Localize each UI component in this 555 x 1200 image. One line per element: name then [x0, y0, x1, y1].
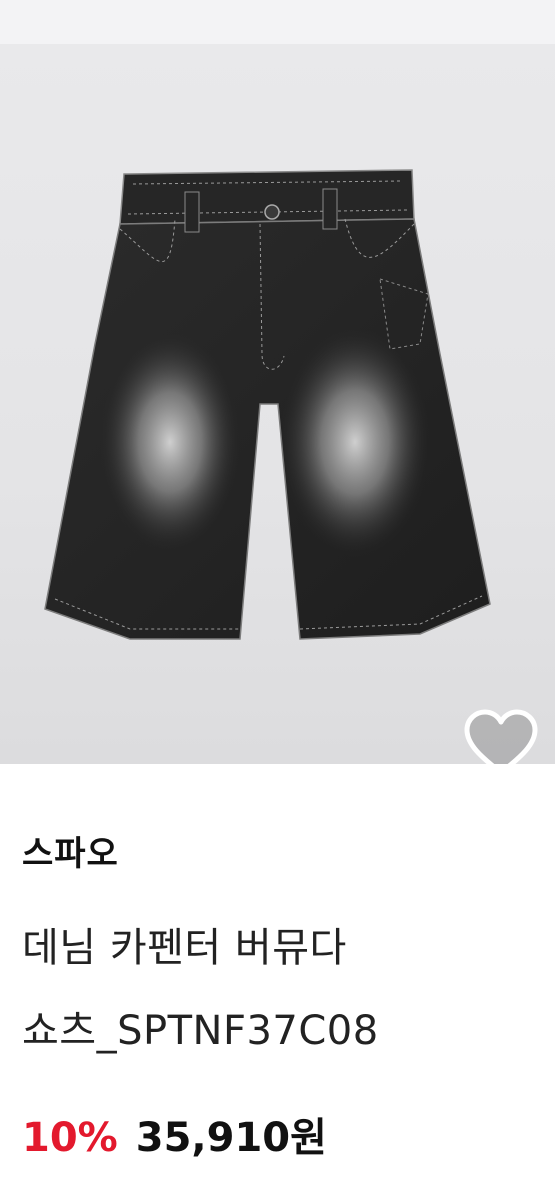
price-row: 10% 35,910원: [22, 1105, 327, 1163]
heart-outline-icon: [464, 709, 538, 764]
product-brand[interactable]: 스파오: [22, 826, 119, 875]
discount-rate: 10%: [22, 1115, 118, 1161]
product-image[interactable]: [0, 44, 555, 764]
product-name-line-2[interactable]: 쇼츠_SPTNF37C08: [22, 998, 379, 1056]
product-name-line-1[interactable]: 데님 카펜터 버뮤다: [22, 915, 347, 973]
wishlist-button[interactable]: [459, 701, 543, 764]
sale-price: 35,910원: [135, 1115, 327, 1161]
denim-shorts-image: [44, 169, 491, 640]
top-status-bar: [0, 0, 555, 44]
